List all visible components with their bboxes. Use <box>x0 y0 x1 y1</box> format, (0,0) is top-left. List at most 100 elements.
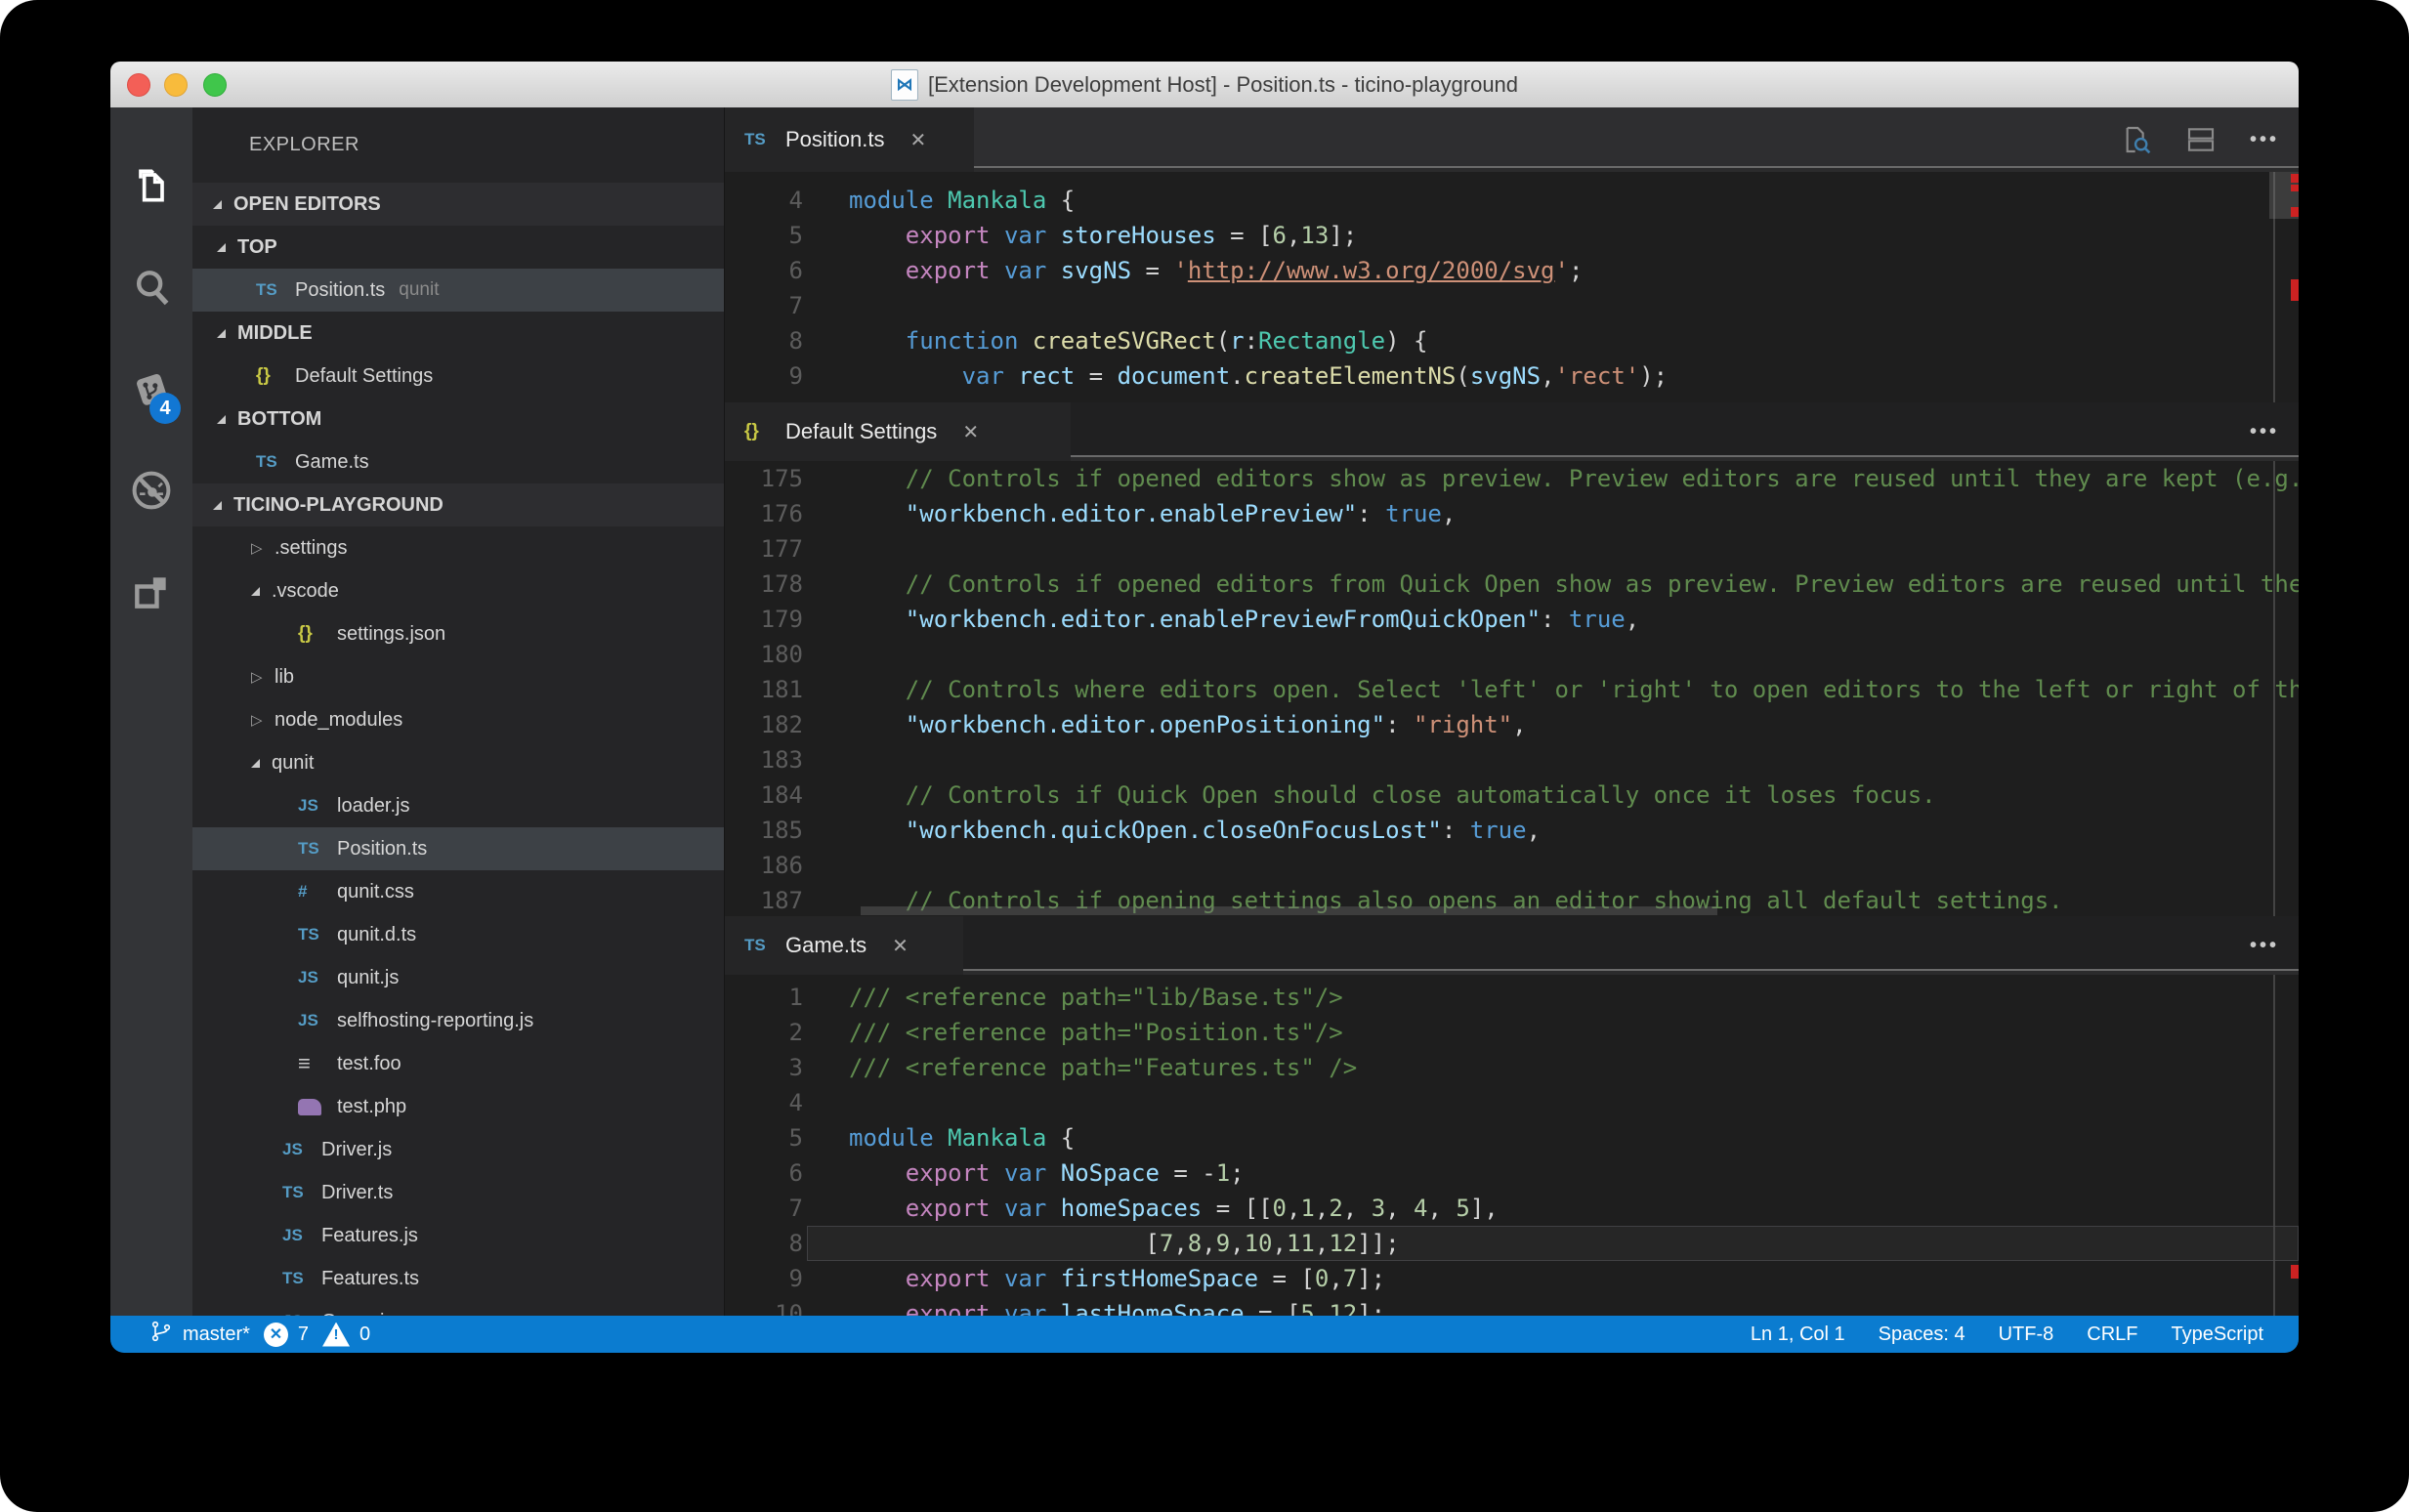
code-line[interactable]: 185 "workbench.quickOpen.closeOnFocusLos… <box>725 813 2299 848</box>
code-text: export var storeHouses = [6,13]; <box>849 222 1357 249</box>
code-line[interactable]: 175 // Controls if opened editors show a… <box>725 461 2299 496</box>
activity-item-search[interactable] <box>110 248 192 330</box>
tree-item-position-ts[interactable]: TSPosition.tsqunit <box>192 269 724 312</box>
status-ln-1-col-1[interactable]: Ln 1, Col 1 <box>1751 1323 1845 1346</box>
section-header-open-editors[interactable]: OPEN EDITORS <box>192 183 724 226</box>
activity-item-debug[interactable] <box>110 451 192 533</box>
open-editors-group-bottom[interactable]: BOTTOM <box>192 398 724 441</box>
code-text: module Mankala { <box>849 1124 1075 1152</box>
code-line[interactable]: 184 // Controls if Quick Open should clo… <box>725 777 2299 813</box>
status-0[interactable]: !0 <box>322 1323 370 1347</box>
open-editors-group-middle[interactable]: MIDDLE <box>192 312 724 355</box>
code-line[interactable]: 2/// <reference path="Position.ts"/> <box>725 1015 2299 1050</box>
code-line[interactable]: 181 // Controls where editors open. Sele… <box>725 672 2299 707</box>
split-editor-icon[interactable] <box>2185 124 2217 155</box>
tree-item-features-ts[interactable]: TSFeatures.ts <box>192 1257 724 1300</box>
code-line[interactable]: 5 export var storeHouses = [6,13]; <box>725 218 2299 253</box>
open-editors-group-top[interactable]: TOP <box>192 226 724 269</box>
code-line[interactable]: 179 "workbench.editor.enablePreviewFromQ… <box>725 602 2299 637</box>
item-label: Game.ts <box>295 451 369 474</box>
line-number: 4 <box>725 1085 803 1120</box>
tree-item-driver-js[interactable]: JSDriver.js <box>192 1128 724 1171</box>
extensions-icon <box>130 570 173 618</box>
code-line[interactable]: 178 // Controls if opened editors from Q… <box>725 567 2299 602</box>
tree-item-test-php[interactable]: test.php <box>192 1085 724 1128</box>
tree-item-features-js[interactable]: JSFeatures.js <box>192 1214 724 1257</box>
code-line[interactable]: 6 export var NoSpace = -1; <box>725 1155 2299 1191</box>
tab-close-icon[interactable]: ✕ <box>910 128 927 152</box>
code-line[interactable]: 6 export var svgNS = 'http://www.w3.org/… <box>725 253 2299 288</box>
tree-item-game-js[interactable]: JSGame.js <box>192 1300 724 1316</box>
more-actions-icon[interactable]: ••• <box>2250 129 2279 151</box>
code-line[interactable]: 180 <box>725 637 2299 672</box>
window-minimize-button[interactable] <box>164 73 188 97</box>
tree-folder-settings[interactable]: ▷.settings <box>192 526 724 569</box>
tree-item-position-ts[interactable]: TSPosition.ts <box>192 827 724 870</box>
code-line[interactable]: 177 <box>725 531 2299 567</box>
activity-item-explorer[interactable] <box>110 147 192 229</box>
tree-item-qunit-js[interactable]: JSqunit.js <box>192 956 724 999</box>
code-editor-game-ts[interactable]: 1/// <reference path="lib/Base.ts"/>2///… <box>725 975 2299 1316</box>
find-in-file-icon[interactable] <box>2121 124 2152 155</box>
horizontal-scrollbar[interactable] <box>861 906 1717 915</box>
code-line[interactable]: 7 export var homeSpaces = [[0,1,2, 3, 4,… <box>725 1191 2299 1226</box>
code-line[interactable]: 186 <box>725 848 2299 883</box>
line-number: 8 <box>725 323 803 358</box>
tree-item-driver-ts[interactable]: TSDriver.ts <box>192 1171 724 1214</box>
item-label: Default Settings <box>295 365 433 388</box>
code-editor-default-settings[interactable]: 175 // Controls if opened editors show a… <box>725 461 2299 916</box>
window-zoom-button[interactable] <box>203 73 227 97</box>
code-line[interactable]: 4module Mankala { <box>725 183 2299 218</box>
code-line[interactable]: 7 <box>725 288 2299 323</box>
code-line[interactable]: 8 function createSVGRect(r:Rectangle) { <box>725 323 2299 358</box>
tree-item-qunit-d-ts[interactable]: TSqunit.d.ts <box>192 913 724 956</box>
tree-item-game-ts[interactable]: TSGame.ts <box>192 441 724 483</box>
code-line[interactable]: 9 var rect = document.createElementNS(sv… <box>725 358 2299 394</box>
status-7[interactable]: ✕7 <box>264 1323 309 1347</box>
code-line[interactable]: 10 export var lastHomeSpace = [5,12]; <box>725 1296 2299 1316</box>
tree-folder-lib[interactable]: ▷lib <box>192 655 724 698</box>
code-editor-position-ts[interactable]: 4module Mankala {5 export var storeHouse… <box>725 172 2299 402</box>
code-line[interactable]: 9 export var firstHomeSpace = [0,7]; <box>725 1261 2299 1296</box>
status-typescript[interactable]: TypeScript <box>2172 1323 2263 1346</box>
explorer-sidebar: EXPLORER OPEN EDITORSTOPTSPosition.tsqun… <box>192 107 724 1316</box>
code-text: /// <reference path="Features.ts" /> <box>849 1054 1357 1081</box>
code-line[interactable]: 5module Mankala { <box>725 1120 2299 1155</box>
tree-folder-qunit[interactable]: qunit <box>192 741 724 784</box>
status-master[interactable]: master* <box>149 1320 250 1349</box>
tree-item-default-settings[interactable]: {}Default Settings <box>192 355 724 398</box>
code-line[interactable]: 4 <box>725 1085 2299 1120</box>
explorer-tree: OPEN EDITORSTOPTSPosition.tsqunitMIDDLE{… <box>192 183 724 1316</box>
window-close-button[interactable] <box>127 73 150 97</box>
tab-default-settings[interactable]: {}Default Settings✕ <box>725 402 1071 461</box>
status-utf-8[interactable]: UTF-8 <box>1999 1323 2054 1346</box>
code-line[interactable]: 1/// <reference path="lib/Base.ts"/> <box>725 980 2299 1015</box>
tree-folder-node-modules[interactable]: ▷node_modules <box>192 698 724 741</box>
status-spaces-4[interactable]: Spaces: 4 <box>1879 1323 1965 1346</box>
tree-item-test-foo[interactable]: ≡test.foo <box>192 1042 724 1085</box>
more-actions-icon[interactable]: ••• <box>2250 421 2279 443</box>
tree-item-loader-js[interactable]: JSloader.js <box>192 784 724 827</box>
tab-close-icon[interactable]: ✕ <box>892 934 909 958</box>
more-actions-icon[interactable]: ••• <box>2250 935 2279 957</box>
tab-game-ts[interactable]: TSGame.ts✕ <box>725 916 963 975</box>
tab-position-ts[interactable]: TSPosition.ts✕ <box>725 107 974 172</box>
code-line[interactable]: 3/// <reference path="Features.ts" /> <box>725 1050 2299 1085</box>
status-label: Ln 1, Col 1 <box>1751 1323 1845 1346</box>
overview-error-mark <box>2291 185 2299 191</box>
activity-item-extensions[interactable] <box>110 553 192 635</box>
code-line[interactable]: 183 <box>725 742 2299 777</box>
section-header-ticino-playground[interactable]: TICINO-PLAYGROUND <box>192 483 724 526</box>
tree-folder-vscode[interactable]: .vscode <box>192 569 724 612</box>
tree-item-selfhosting-reporting-js[interactable]: JSselfhosting-reporting.js <box>192 999 724 1042</box>
code-line[interactable]: 182 "workbench.editor.openPositioning": … <box>725 707 2299 742</box>
tree-item-settings-json[interactable]: {}settings.json <box>192 612 724 655</box>
tree-item-qunit-css[interactable]: #qunit.css <box>192 870 724 913</box>
status-crlf[interactable]: CRLF <box>2087 1323 2137 1346</box>
activity-item-source-control[interactable]: 4 <box>110 350 192 432</box>
code-line[interactable]: 8 [7,8,9,10,11,12]]; <box>725 1226 2299 1261</box>
scm-badge: 4 <box>149 393 181 424</box>
tab-close-icon[interactable]: ✕ <box>962 420 979 444</box>
code-line[interactable]: 176 "workbench.editor.enablePreview": tr… <box>725 496 2299 531</box>
css-file-icon: # <box>298 882 337 902</box>
